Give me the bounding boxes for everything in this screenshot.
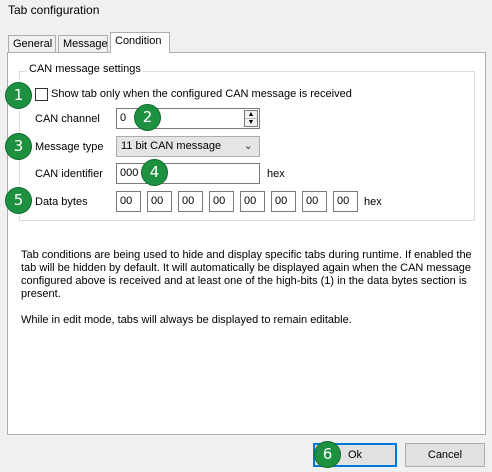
annotation-marker-4: 4 bbox=[141, 159, 168, 186]
chevron-down-icon: ⌄ bbox=[243, 140, 253, 152]
spinner-arrows-icon[interactable]: ▲ ▼ bbox=[244, 110, 258, 127]
data-byte-4[interactable]: 00 bbox=[240, 191, 265, 212]
can-channel-label: CAN channel bbox=[35, 113, 100, 125]
annotation-marker-6: 6 bbox=[314, 441, 341, 468]
spin-down-icon[interactable]: ▼ bbox=[245, 119, 257, 127]
tab-condition[interactable]: Condition bbox=[110, 32, 170, 53]
data-byte-5[interactable]: 00 bbox=[271, 191, 296, 212]
window-title: Tab configuration bbox=[8, 3, 100, 17]
annotation-marker-3: 3 bbox=[5, 133, 32, 160]
show-tab-checkbox[interactable] bbox=[35, 88, 48, 101]
data-bytes-unit: hex bbox=[364, 196, 382, 208]
data-byte-0[interactable]: 00 bbox=[116, 191, 141, 212]
annotation-marker-1: 1 bbox=[5, 82, 32, 109]
data-byte-3[interactable]: 00 bbox=[209, 191, 234, 212]
group-label: CAN message settings bbox=[27, 63, 143, 75]
data-byte-7[interactable]: 00 bbox=[333, 191, 358, 212]
message-type-select[interactable]: 11 bit CAN message ⌄ bbox=[116, 136, 260, 157]
message-type-value: 11 bit CAN message bbox=[121, 140, 222, 152]
tab-message[interactable]: Message bbox=[58, 35, 108, 53]
data-byte-6[interactable]: 00 bbox=[302, 191, 327, 212]
message-type-label: Message type bbox=[35, 141, 104, 153]
show-tab-checkbox-label[interactable]: Show tab only when the configured CAN me… bbox=[51, 88, 352, 100]
annotation-marker-5: 5 bbox=[5, 187, 32, 214]
can-identifier-value: 000 bbox=[120, 167, 139, 179]
can-identifier-input[interactable]: 000 bbox=[116, 163, 260, 184]
tab-general[interactable]: General bbox=[8, 35, 56, 53]
data-byte-2[interactable]: 00 bbox=[178, 191, 203, 212]
description-paragraph-1: Tab conditions are being used to hide an… bbox=[21, 249, 472, 300]
description-paragraph-2: While in edit mode, tabs will always be … bbox=[21, 314, 352, 326]
can-identifier-label: CAN identifier bbox=[35, 168, 103, 180]
can-identifier-unit: hex bbox=[267, 168, 285, 180]
annotation-marker-2: 2 bbox=[134, 104, 161, 131]
cancel-button[interactable]: Cancel bbox=[405, 443, 485, 467]
can-channel-value: 0 bbox=[120, 112, 127, 124]
data-byte-1[interactable]: 00 bbox=[147, 191, 172, 212]
spin-up-icon[interactable]: ▲ bbox=[245, 111, 257, 119]
data-bytes-label: Data bytes bbox=[35, 196, 88, 208]
condition-description: Tab conditions are being used to hide an… bbox=[21, 249, 476, 340]
